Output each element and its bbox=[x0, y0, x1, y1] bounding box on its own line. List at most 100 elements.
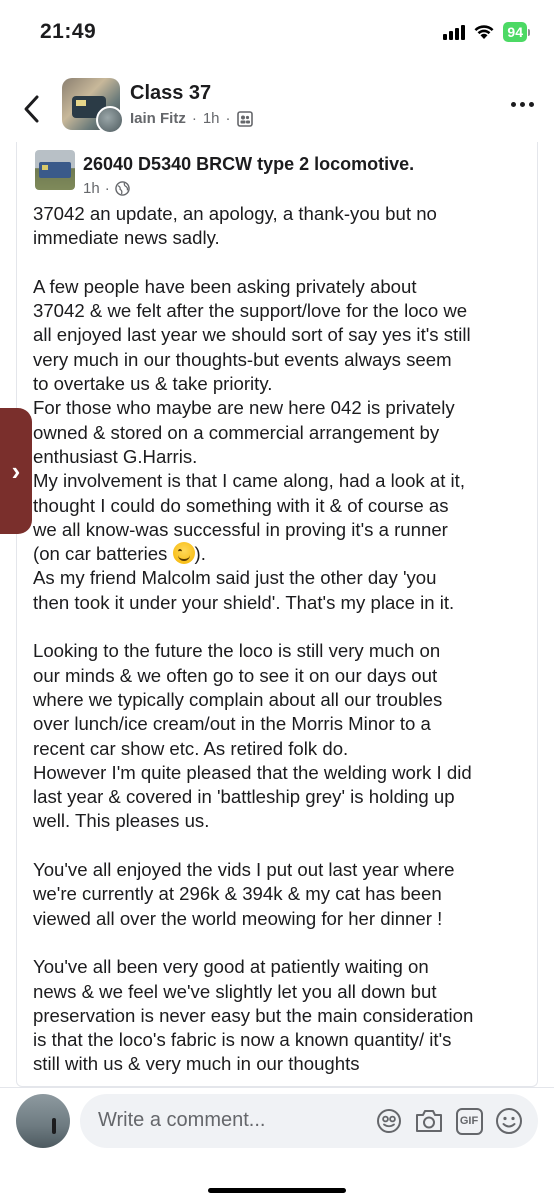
post-text-line: thought I could do something with it & o… bbox=[33, 494, 533, 518]
post-paragraph: 37042 an update, an apology, a thank-you… bbox=[33, 202, 533, 251]
shared-page-avatar[interactable] bbox=[35, 150, 75, 190]
author-name[interactable]: Iain Fitz bbox=[130, 110, 186, 127]
group-name[interactable]: Class 37 bbox=[130, 82, 211, 105]
side-pull-tab[interactable]: › bbox=[0, 408, 32, 534]
post-text: viewed all over the world meowing for he… bbox=[33, 907, 443, 929]
post-paragraph: A few people have been asking privately … bbox=[33, 275, 533, 615]
post-text-line: to overtake us & take priority. bbox=[33, 372, 533, 396]
post-text-line: My involvement is that I came along, had… bbox=[33, 469, 533, 493]
post-text: (on car batteries bbox=[33, 543, 168, 565]
post-text-line: we're currently at 296k & 394k & my cat … bbox=[33, 882, 533, 906]
post-text: You've all enjoyed the vids I put out la… bbox=[33, 859, 455, 881]
more-options-button[interactable] bbox=[511, 102, 534, 107]
post-text-line: As my friend Malcolm said just the other… bbox=[33, 566, 533, 590]
post-text-line: Looking to the future the loco is still … bbox=[33, 639, 533, 663]
comment-placeholder: Write a comment... bbox=[98, 1109, 266, 1131]
post-text-line: news & we feel we've slightly let you al… bbox=[33, 980, 533, 1004]
post-meta: Iain Fitz · 1h · bbox=[130, 110, 253, 127]
group-icon bbox=[236, 110, 253, 127]
post-header: Class 37 Iain Fitz · 1h · bbox=[0, 66, 554, 146]
post-text-line: However I'm quite pleased that the weldi… bbox=[33, 761, 533, 785]
post-text-line: all enjoyed last year we should sort of … bbox=[33, 323, 533, 347]
post-text: over lunch/ice cream/out in the Morris M… bbox=[33, 713, 431, 735]
post-text-line: immediate news sadly. bbox=[33, 226, 533, 250]
post-text: is that the loco's fabric is now a known… bbox=[33, 1029, 452, 1051]
post-text: My involvement is that I came along, had… bbox=[33, 470, 466, 492]
post-text-line: viewed all over the world meowing for he… bbox=[33, 907, 533, 931]
status-time: 21:49 bbox=[40, 20, 97, 43]
post-text: where we typically complain about all ou… bbox=[33, 688, 443, 710]
post-text-line: enthusiast G.Harris. bbox=[33, 445, 533, 469]
post-text: very much in our thoughts-but events alw… bbox=[33, 348, 452, 370]
post-paragraph: You've all enjoyed the vids I put out la… bbox=[33, 858, 533, 931]
post-text: enthusiast G.Harris. bbox=[33, 445, 198, 467]
gif-icon[interactable]: GIF bbox=[454, 1106, 484, 1136]
post-paragraph: You've all been very good at patiently w… bbox=[33, 955, 533, 1076]
shared-page-avatar-image bbox=[39, 162, 71, 178]
shared-post-time[interactable]: 1h bbox=[83, 180, 100, 197]
post-text: However I'm quite pleased that the weldi… bbox=[33, 761, 472, 783]
comment-actions: GIF bbox=[374, 1106, 524, 1136]
post-text: we're currently at 296k & 394k & my cat … bbox=[33, 883, 442, 905]
emoji-icon[interactable] bbox=[494, 1106, 524, 1136]
post-text: then took it under your shield'. That's … bbox=[33, 591, 455, 613]
post-text-line: our minds & we often go to see it on our… bbox=[33, 664, 533, 688]
post-time[interactable]: 1h bbox=[203, 110, 220, 127]
post-text-line: 37042 & we felt after the support/love f… bbox=[33, 299, 533, 323]
post-text: ). bbox=[194, 543, 206, 565]
post-text-line: over lunch/ice cream/out in the Morris M… bbox=[33, 712, 533, 736]
post-text: news & we feel we've slightly let you al… bbox=[33, 980, 437, 1002]
post-text: 37042 an update, an apology, a thank-you… bbox=[33, 203, 437, 224]
chevron-right-icon: › bbox=[11, 455, 21, 486]
comment-bar: Write a comment... GIF bbox=[0, 1087, 554, 1200]
post-text-line: we all know-was successful in proving it… bbox=[33, 518, 533, 542]
post-text: thought I could do something with it & o… bbox=[33, 494, 449, 516]
shared-post-meta: 1h · bbox=[83, 180, 130, 197]
avatar-frame-icon[interactable] bbox=[374, 1106, 404, 1136]
post-text: Looking to the future the loco is still … bbox=[33, 640, 441, 662]
post-text: immediate news sadly. bbox=[33, 227, 220, 249]
battery-level: 94 bbox=[503, 22, 527, 42]
post-text-line: still with us & very much in our thought… bbox=[33, 1052, 533, 1076]
post-text-line: is that the loco's fabric is now a known… bbox=[33, 1028, 533, 1052]
back-button[interactable] bbox=[16, 92, 46, 126]
post-text-line: You've all enjoyed the vids I put out la… bbox=[33, 858, 533, 882]
post-text: we all know-was successful in proving it… bbox=[33, 518, 448, 540]
post-text-line: well. This pleases us. bbox=[33, 809, 533, 833]
post-text: to overtake us & take priority. bbox=[33, 373, 273, 395]
post-text: our minds & we often go to see it on our… bbox=[33, 664, 438, 686]
home-indicator bbox=[208, 1188, 346, 1193]
post-text-line: last year & covered in 'battleship grey'… bbox=[33, 785, 533, 809]
post-text: 37042 & we felt after the support/love f… bbox=[33, 300, 468, 322]
post-text-line: owned & stored on a commercial arrangeme… bbox=[33, 421, 533, 445]
post-text: For those who maybe are new here 042 is … bbox=[33, 397, 455, 419]
post-text: As my friend Malcolm said just the other… bbox=[33, 567, 437, 589]
post-text: recent car show etc. As retired folk do. bbox=[33, 737, 349, 759]
status-icons: 94 bbox=[443, 22, 530, 42]
current-user-avatar[interactable] bbox=[16, 1094, 70, 1148]
camera-icon[interactable] bbox=[414, 1106, 444, 1136]
more-horizontal-icon bbox=[511, 102, 516, 107]
post-text-line: then took it under your shield'. That's … bbox=[33, 591, 533, 615]
post-text: well. This pleases us. bbox=[33, 810, 210, 832]
post-text-line: A few people have been asking privately … bbox=[33, 275, 533, 299]
status-bar: 21:49 94 bbox=[0, 0, 554, 66]
wifi-icon bbox=[473, 24, 495, 40]
post-text: You've all been very good at patiently w… bbox=[33, 956, 429, 978]
signal-icon bbox=[443, 24, 466, 40]
smile-emoji-icon bbox=[172, 542, 195, 565]
meta-separator: · bbox=[225, 110, 231, 127]
meta-separator: · bbox=[104, 180, 110, 197]
globe-icon bbox=[114, 181, 130, 196]
post-text-line: preservation is never easy but the main … bbox=[33, 1004, 533, 1028]
author-avatar[interactable] bbox=[96, 106, 124, 134]
post-text-line: where we typically complain about all ou… bbox=[33, 688, 533, 712]
post-text: A few people have been asking privately … bbox=[33, 275, 417, 297]
post-text-line: recent car show etc. As retired folk do. bbox=[33, 737, 533, 761]
shared-post-card[interactable]: 26040 D5340 BRCW type 2 locomotive. 1h ·… bbox=[16, 142, 538, 1087]
post-text-line: You've all been very good at patiently w… bbox=[33, 955, 533, 979]
post-text-line: (on car batteries ). bbox=[33, 542, 533, 566]
shared-page-name[interactable]: 26040 D5340 BRCW type 2 locomotive. bbox=[83, 154, 523, 175]
gif-label: GIF bbox=[455, 1107, 483, 1135]
comment-input[interactable]: Write a comment... GIF bbox=[80, 1094, 538, 1148]
